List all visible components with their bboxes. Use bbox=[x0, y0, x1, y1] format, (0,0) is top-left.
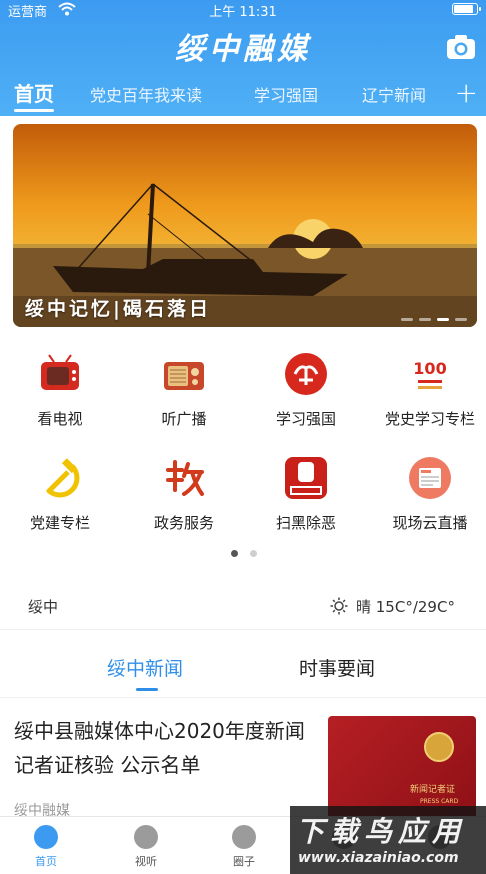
government-icon bbox=[160, 454, 208, 502]
radio-icon bbox=[160, 350, 208, 398]
status-bar: 运营商 上午 11:31 bbox=[0, 0, 486, 20]
thumbnail-title: 新闻记者证 bbox=[410, 785, 456, 795]
tv-icon bbox=[36, 350, 84, 398]
watermark-title: 下载鸟应用 bbox=[296, 815, 467, 848]
tab-party-history[interactable]: 党史百年我来读 bbox=[90, 82, 202, 106]
active-tab-indicator bbox=[14, 109, 54, 112]
camera-icon[interactable] bbox=[446, 34, 476, 60]
shortcut-label: 听广播 bbox=[161, 410, 207, 428]
tab-home[interactable]: 首页 bbox=[14, 78, 54, 107]
tabbar-label: 视听 bbox=[135, 855, 157, 868]
app-screen: 运营商 上午 11:31 绥中融媒 首页 党史百年我来读 学习强国 辽宁新闻 +… bbox=[0, 0, 486, 874]
banner-dot bbox=[437, 318, 449, 321]
tabbar-label: 首页 bbox=[35, 855, 57, 868]
shortcut-label: 扫黑除恶 bbox=[275, 514, 336, 532]
add-channel-icon[interactable]: + bbox=[455, 79, 478, 107]
tabbar-video[interactable]: 视听 bbox=[116, 825, 176, 869]
anti-crime-icon bbox=[282, 454, 330, 502]
weather-text: 晴 15C°/29C° bbox=[356, 598, 455, 616]
thumbnail-subtitle: PRESS CARD bbox=[420, 798, 459, 805]
pager-dot[interactable] bbox=[231, 550, 238, 557]
tabbar-label: 圈子 bbox=[233, 855, 255, 868]
clock: 上午 11:31 bbox=[209, 5, 277, 20]
shortcut-party-history[interactable]: 100 党史学习专栏 bbox=[370, 350, 486, 429]
party-history-icon: 100 bbox=[406, 350, 454, 398]
home-icon bbox=[34, 825, 58, 849]
battery-icon bbox=[452, 3, 481, 15]
shortcut-government[interactable]: 政务服务 bbox=[124, 454, 244, 533]
shortcut-label: 看电视 bbox=[37, 410, 83, 428]
channel-tabs: 首页 党史百年我来读 学习强国 辽宁新闻 + bbox=[0, 78, 486, 112]
tab-xuexi[interactable]: 学习强国 bbox=[254, 82, 318, 106]
tab-liaoning-news[interactable]: 辽宁新闻 bbox=[362, 82, 426, 106]
tabbar-circle[interactable]: 圈子 bbox=[214, 825, 274, 869]
hammer-sickle-icon bbox=[36, 454, 84, 502]
banner-carousel[interactable]: 绥中记忆|碣石落日 bbox=[13, 124, 477, 327]
circle-icon bbox=[232, 825, 256, 849]
shortcut-label: 政务服务 bbox=[153, 514, 214, 532]
shortcut-label: 现场云直播 bbox=[392, 514, 468, 532]
site-watermark: 下载鸟应用 www.xiazainiao.com bbox=[290, 806, 486, 874]
news-tab-indicator bbox=[136, 688, 158, 691]
shortcut-radio[interactable]: 听广播 bbox=[124, 350, 244, 429]
tabbar-home[interactable]: 首页 bbox=[16, 825, 76, 869]
shortcut-party-building[interactable]: 党建专栏 bbox=[0, 454, 120, 533]
banner-dot bbox=[401, 318, 413, 321]
shortcut-xuexi[interactable]: 学习强国 bbox=[246, 350, 366, 429]
live-news-icon bbox=[406, 454, 454, 502]
shortcut-label: 学习强国 bbox=[275, 410, 336, 428]
play-icon bbox=[134, 825, 158, 849]
article-title: 绥中县融媒体中心2020年度新闻记者证核验 公示名单 bbox=[14, 719, 305, 777]
tab-suizhong-news[interactable]: 绥中新闻 bbox=[107, 654, 183, 681]
shortcut-anti-crime[interactable]: 扫黑除恶 bbox=[246, 454, 366, 533]
svg-text:100: 100 bbox=[413, 359, 446, 378]
header: 运营商 上午 11:31 绥中融媒 首页 党史百年我来读 学习强国 辽宁新闻 + bbox=[0, 0, 486, 116]
tab-current-affairs[interactable]: 时事要闻 bbox=[299, 654, 375, 681]
banner-indicator bbox=[401, 318, 467, 321]
banner-caption: 绥中记忆|碣石落日 bbox=[25, 298, 211, 320]
shortcut-label: 党史学习专栏 bbox=[384, 410, 475, 428]
watermark-url: www.xiazainiao.com bbox=[298, 850, 459, 866]
banner-dot bbox=[455, 318, 467, 321]
city-label: 绥中 bbox=[28, 598, 59, 616]
shortcut-label: 党建专栏 bbox=[29, 514, 90, 532]
shortcut-tv[interactable]: 看电视 bbox=[0, 350, 120, 429]
app-title: 绥中融媒 bbox=[175, 32, 311, 67]
sun-icon bbox=[330, 597, 348, 615]
shortcut-live[interactable]: 现场云直播 bbox=[370, 454, 486, 533]
pager-dot[interactable] bbox=[250, 550, 257, 557]
banner-dot bbox=[419, 318, 431, 321]
xuexi-icon bbox=[282, 350, 330, 398]
national-emblem-icon bbox=[424, 732, 454, 762]
news-tabs: 绥中新闻 时事要闻 bbox=[0, 640, 486, 698]
shortcut-pager bbox=[231, 550, 257, 557]
weather-bar: 绥中 晴 15C°/29C° bbox=[0, 590, 486, 630]
battery-level bbox=[454, 5, 474, 13]
